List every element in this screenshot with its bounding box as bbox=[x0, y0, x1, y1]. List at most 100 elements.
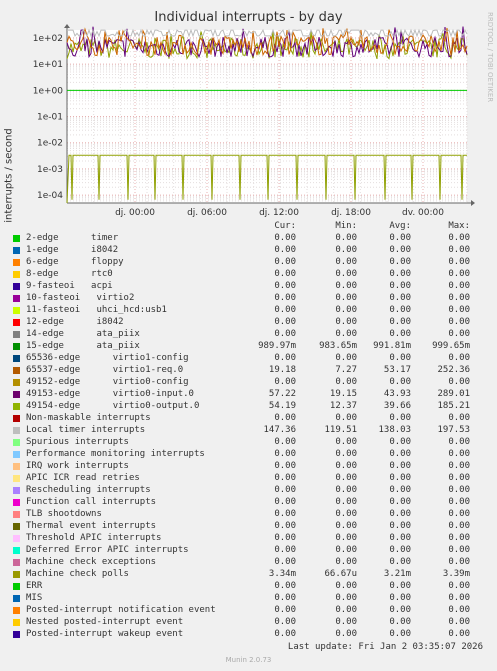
legend-value-cur: 0.00 bbox=[274, 461, 296, 471]
legend-swatch bbox=[13, 343, 20, 350]
legend-row: 10-fasteoi virtio2 0.00 0.00 0.00 0.00 bbox=[0, 293, 497, 305]
legend-row: 11-fasteoi uhci_hcd:usb1 0.00 0.00 0.00 0.00 bbox=[0, 305, 497, 317]
legend-row: 9-fasteoi acpi 0.00 0.00 0.00 0.00 bbox=[0, 281, 497, 293]
legend-label: 1-edge i8042 bbox=[26, 245, 119, 255]
legend-row: ERR 0.00 0.00 0.00 0.00 bbox=[0, 581, 497, 593]
legend-value-cur: 0.00 bbox=[274, 497, 296, 507]
x-tick-label: dv. 00:00 bbox=[402, 208, 444, 218]
legend-value-max: 0.00 bbox=[448, 281, 470, 291]
legend-row: Machine check polls 3.34m 66.67u 3.21m 3.39m bbox=[0, 569, 497, 581]
legend-row: Performance monitoring interrupts 0.00 0.0… bbox=[0, 449, 497, 461]
x-tick-label: dj. 18:00 bbox=[331, 208, 371, 218]
legend-label: MIS bbox=[26, 593, 43, 603]
legend-row: Local timer interrupts 147.36 119.51 138.03… bbox=[0, 425, 497, 437]
legend-row: Non-maskable interrupts 0.00 0.00 0.00 0.00 bbox=[0, 413, 497, 425]
legend-row: 49153-edge virtio0-input.0 57.22 19.15 43.9… bbox=[0, 389, 497, 401]
legend-swatch bbox=[13, 319, 20, 326]
x-tick-label: dj. 12:00 bbox=[259, 208, 299, 218]
legend-value-max: 0.00 bbox=[448, 509, 470, 519]
legend-row: Deferred Error APIC interrupts 0.00 0.00 0.… bbox=[0, 545, 497, 557]
legend-value-max: 0.00 bbox=[448, 521, 470, 531]
legend-label: 49153-edge virtio0-input.0 bbox=[26, 389, 194, 399]
legend-row: Function call interrupts 0.00 0.00 0.00 0.00 bbox=[0, 497, 497, 509]
last-update: Last update: Fri Jan 2 03:35:07 2026 bbox=[287, 642, 483, 652]
legend-swatch bbox=[13, 367, 20, 374]
legend-swatch bbox=[13, 439, 20, 446]
legend-swatch bbox=[13, 403, 20, 410]
legend-value-cur: 0.00 bbox=[274, 449, 296, 459]
legend-value-cur: 0.00 bbox=[274, 281, 296, 291]
legend-swatch bbox=[13, 583, 20, 590]
legend-label: Threshold APIC interrupts bbox=[26, 533, 162, 543]
legend-swatch bbox=[13, 415, 20, 422]
legend-swatch bbox=[13, 451, 20, 458]
legend-row: Rescheduling interrupts 0.00 0.00 0.00 0.00 bbox=[0, 485, 497, 497]
legend-value-max: 0.00 bbox=[448, 413, 470, 423]
legend-label: 10-fasteoi virtio2 bbox=[26, 293, 135, 303]
legend-row: IRQ work interrupts 0.00 0.00 0.00 0.00 bbox=[0, 461, 497, 473]
legend-value-cur: 0.00 bbox=[274, 353, 296, 363]
legend-row: Thermal event interrupts 0.00 0.00 0.00 0.00 bbox=[0, 521, 497, 533]
legend-value-cur: 0.00 bbox=[274, 257, 296, 267]
y-tick-label: 1e-03 bbox=[37, 165, 63, 175]
legend-label: APIC ICR read retries bbox=[26, 473, 140, 483]
legend-row: 8-edge rtc0 0.00 0.00 0.00 0.00 bbox=[0, 269, 497, 281]
legend-label: Posted-interrupt notification event bbox=[26, 605, 216, 615]
legend-swatch bbox=[13, 283, 20, 290]
legend-swatch bbox=[13, 247, 20, 254]
legend-value-max: 0.00 bbox=[448, 269, 470, 279]
legend-value-max: 0.00 bbox=[448, 581, 470, 591]
legend-row: 49152-edge virtio0-config 0.00 0.00 0.00 0.0… bbox=[0, 377, 497, 389]
legend-swatch bbox=[13, 355, 20, 362]
legend-label: Machine check polls bbox=[26, 569, 129, 579]
legend-value-max: 0.00 bbox=[448, 437, 470, 447]
legend-label: Nested posted-interrupt event bbox=[26, 617, 184, 627]
legend-swatch bbox=[13, 619, 20, 626]
legend-swatch bbox=[13, 607, 20, 614]
legend-value-cur: 0.00 bbox=[274, 305, 296, 315]
legend-value-cur: 147.36 bbox=[263, 425, 296, 435]
legend-value-cur: 0.00 bbox=[274, 377, 296, 387]
legend-value-cur: 0.00 bbox=[274, 521, 296, 531]
legend-label: 11-fasteoi uhci_hcd:usb1 bbox=[26, 305, 167, 315]
legend-label: 12-edge i8042 bbox=[26, 317, 124, 327]
legend-row: 65536-edge virtio1-config 0.00 0.00 0.00 0.0… bbox=[0, 353, 497, 365]
legend-value-cur: 0.00 bbox=[274, 581, 296, 591]
legend-value-cur: 0.00 bbox=[274, 629, 296, 639]
legend-value-max: 0.00 bbox=[448, 605, 470, 615]
legend-swatch bbox=[13, 463, 20, 470]
legend-swatch bbox=[13, 259, 20, 266]
legend-value-max: 0.00 bbox=[448, 377, 470, 387]
legend-row: 6-edge floppy 0.00 0.00 0.00 0.00 bbox=[0, 257, 497, 269]
legend-value-cur: 0.00 bbox=[274, 437, 296, 447]
legend-label: 49154-edge virtio0-output.0 bbox=[26, 401, 200, 411]
legend-swatch bbox=[13, 427, 20, 434]
legend-swatch bbox=[13, 511, 20, 518]
legend-value-cur: 0.00 bbox=[274, 533, 296, 543]
legend-label: Local timer interrupts bbox=[26, 425, 146, 435]
legend-swatch bbox=[13, 571, 20, 578]
legend-row: Machine check exceptions 0.00 0.00 0.00 0.00 bbox=[0, 557, 497, 569]
legend-row: 49154-edge virtio0-output.0 54.19 12.37 39.… bbox=[0, 401, 497, 413]
legend-swatch bbox=[13, 307, 20, 314]
legend-value-cur: 989.97m bbox=[258, 341, 296, 351]
legend-value-max: 0.00 bbox=[448, 593, 470, 603]
legend-value-cur: 0.00 bbox=[274, 293, 296, 303]
legend-value-cur: 3.34m bbox=[268, 569, 296, 579]
y-tick-label: 1e-01 bbox=[37, 113, 63, 123]
legend-value-max: 185.21 bbox=[437, 401, 470, 411]
legend-label: 9-fasteoi acpi bbox=[26, 281, 113, 291]
y-tick-label: 1e-02 bbox=[37, 139, 63, 149]
legend-value-max: 3.39m bbox=[442, 569, 470, 579]
legend-value-max: 0.00 bbox=[448, 257, 470, 267]
legend-label: ERR bbox=[26, 581, 43, 591]
legend-swatch bbox=[13, 235, 20, 242]
legend-label: 65536-edge virtio1-config bbox=[26, 353, 189, 363]
legend-swatch bbox=[13, 535, 20, 542]
legend-value-max: 0.00 bbox=[448, 485, 470, 495]
y-tick-label: 1e+01 bbox=[33, 60, 63, 70]
legend-swatch bbox=[13, 559, 20, 566]
y-tick-label: 1e-04 bbox=[37, 191, 63, 201]
legend-value-max: 197.53 bbox=[437, 425, 470, 435]
legend-swatch bbox=[13, 499, 20, 506]
